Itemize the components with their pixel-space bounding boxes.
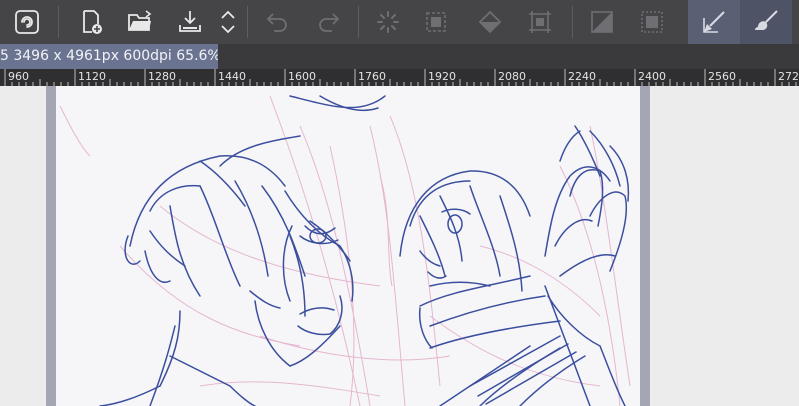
pen-tool-icon	[703, 11, 725, 33]
transform-icon	[529, 11, 551, 33]
ruler-label: 2240	[568, 70, 596, 83]
document-tab-label: 5 3496 x 4961px 600dpi 65.6%)	[0, 48, 218, 64]
crop-icon	[641, 11, 663, 33]
ruler-label: 2400	[638, 70, 666, 83]
ruler-label: 1760	[358, 70, 386, 83]
gradient-icon	[591, 11, 613, 33]
brush-tool-button[interactable]	[740, 0, 792, 44]
toolbar-separator	[358, 6, 359, 38]
document-tab-bar: 5 3496 x 4961px 600dpi 65.6%)	[0, 44, 799, 69]
redo-icon	[319, 13, 340, 32]
ruler-label: 272	[778, 70, 799, 83]
save-icon	[179, 11, 201, 32]
save-button[interactable]	[170, 0, 210, 44]
undo-icon	[266, 13, 287, 32]
new-file-icon	[83, 10, 102, 34]
app-menu-button[interactable]	[6, 0, 48, 44]
ruler-label: 1440	[218, 70, 246, 83]
toolbar-separator	[247, 6, 248, 38]
app-menu-icon	[15, 10, 39, 34]
main-toolbar	[0, 0, 799, 44]
ruler-label: 1600	[288, 70, 316, 83]
ruler-ticks	[4, 69, 797, 86]
new-file-button[interactable]	[72, 0, 112, 44]
horizontal-ruler[interactable]: 960 1120 1280 1440 1600 1760 1920 2080 2240 2400 2…	[0, 69, 799, 86]
ruler-label: 1920	[428, 70, 456, 83]
expand-collapse-icon	[221, 10, 235, 34]
expand-collapse-button[interactable]	[216, 0, 240, 44]
sketch-artwork	[59, 95, 631, 406]
ruler-label: 2080	[498, 70, 526, 83]
selection-icon	[426, 12, 446, 32]
open-file-button[interactable]	[120, 0, 160, 44]
ruler-label: 2560	[708, 70, 736, 83]
brush-tool-icon	[755, 10, 778, 30]
document-tab[interactable]: 5 3496 x 4961px 600dpi 65.6%)	[0, 44, 218, 69]
gradient-button[interactable]	[582, 0, 622, 44]
canvas-workspace[interactable]	[0, 86, 799, 406]
ruler-label: 960	[8, 70, 29, 83]
pen-tool-button[interactable]	[688, 0, 740, 44]
toolbar-separator	[58, 6, 59, 38]
open-folder-icon	[128, 10, 152, 31]
fill-icon	[478, 10, 502, 34]
redo-button[interactable]	[308, 0, 348, 44]
left-character-lines	[99, 95, 386, 406]
selection-button[interactable]	[416, 0, 456, 44]
spinner-icon	[377, 11, 399, 33]
fill-button[interactable]	[470, 0, 510, 44]
crop-button[interactable]	[632, 0, 672, 44]
ruler-label: 1120	[78, 70, 106, 83]
spinner-button[interactable]	[368, 0, 408, 44]
ruler-label: 1280	[148, 70, 176, 83]
transform-button[interactable]	[520, 0, 560, 44]
undo-button[interactable]	[258, 0, 298, 44]
toolbar-separator	[572, 6, 573, 38]
